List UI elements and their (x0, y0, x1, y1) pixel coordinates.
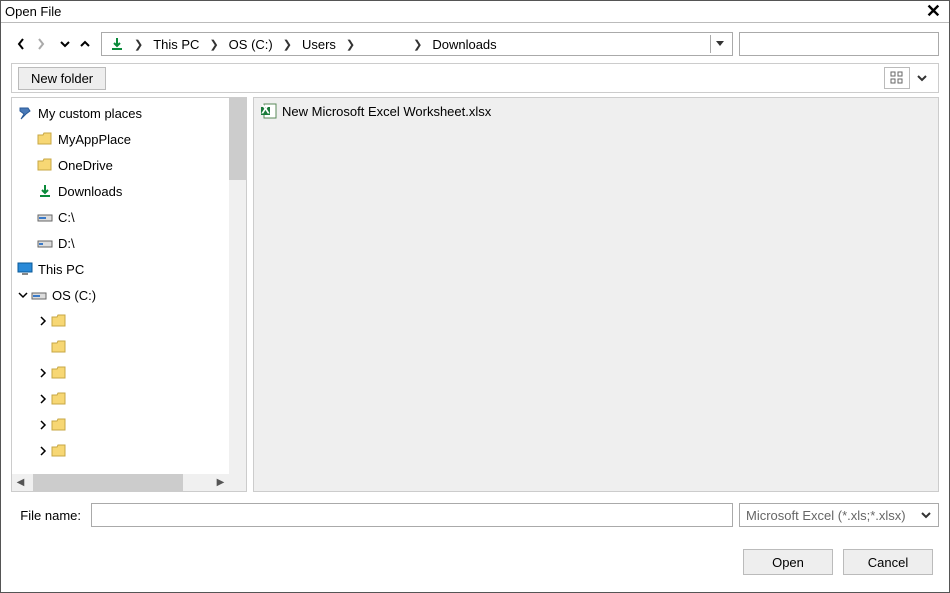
breadcrumb-seg[interactable]: This PC (149, 37, 203, 52)
download-icon (36, 184, 54, 198)
sidebar-subfolder[interactable] (12, 308, 246, 334)
sidebar-header-places[interactable]: My custom places (12, 100, 246, 126)
folder-icon (50, 392, 68, 406)
scroll-left-icon[interactable]: ◀ (12, 474, 29, 491)
chevron-left-icon (16, 37, 26, 51)
folder-icon (50, 340, 68, 354)
chevron-down-icon (59, 40, 71, 48)
sidebar-item-myappplace[interactable]: MyAppPlace (12, 126, 246, 152)
filename-input[interactable] (91, 503, 733, 527)
sidebar-item-os-c[interactable]: OS (C:) (12, 282, 246, 308)
sidebar-header-label: My custom places (38, 106, 142, 121)
drive-icon (36, 211, 54, 223)
breadcrumb-seg[interactable]: Downloads (428, 37, 500, 52)
filename-label: File name: (11, 508, 91, 523)
open-button[interactable]: Open (743, 549, 833, 575)
breadcrumb-bar[interactable]: ❯ This PC ❯ OS (C:) ❯ Users ❯ ❯ Download… (101, 32, 733, 56)
filename-row: File name: Microsoft Excel (*.xls;*.xlsx… (11, 500, 939, 530)
breadcrumb-sep: ❯ (277, 38, 298, 51)
sidebar-item-this-pc[interactable]: This PC (12, 256, 246, 282)
file-type-filter[interactable]: Microsoft Excel (*.xls;*.xlsx) (739, 503, 939, 527)
sidebar-item-label: OneDrive (58, 158, 113, 173)
new-folder-button[interactable]: New folder (18, 67, 106, 90)
file-name: New Microsoft Excel Worksheet.xlsx (282, 104, 491, 119)
chevron-right-icon (36, 37, 46, 51)
sidebar-item-drive-d[interactable]: D:\ (12, 230, 246, 256)
breadcrumb-history-dropdown[interactable] (710, 35, 728, 53)
search-box[interactable] (739, 32, 939, 56)
chevron-down-icon[interactable] (16, 291, 30, 299)
cancel-button[interactable]: Cancel (843, 549, 933, 575)
titlebar: Open File ✕ (1, 1, 949, 23)
monitor-icon (16, 262, 34, 276)
sidebar-item-drive-c[interactable]: C:\ (12, 204, 246, 230)
drive-icon (30, 289, 48, 301)
sidebar-item-label: This PC (38, 262, 84, 277)
breadcrumb-seg[interactable]: Users (298, 37, 340, 52)
breadcrumb-sep: ❯ (340, 38, 361, 51)
sidebar: My custom places MyAppPlace OneDrive Dow (11, 97, 247, 492)
excel-file-icon: X (260, 103, 278, 119)
breadcrumb-seg[interactable]: OS (C:) (225, 37, 277, 52)
sidebar-subfolder[interactable] (12, 360, 246, 386)
view-mode-button[interactable] (884, 67, 910, 89)
view-mode-dropdown[interactable] (912, 67, 932, 89)
breadcrumb-root-icon[interactable] (106, 37, 128, 51)
sidebar-subfolder[interactable] (12, 386, 246, 412)
sidebar-horizontal-scrollbar[interactable]: ◀ ▶ (12, 474, 229, 491)
chevron-up-icon (79, 39, 91, 49)
chevron-right-icon[interactable] (36, 394, 50, 404)
breadcrumb-sep: ❯ (128, 38, 149, 51)
breadcrumb-sep: ❯ (407, 38, 428, 51)
search-input[interactable] (740, 33, 938, 55)
back-button[interactable] (13, 34, 29, 54)
folder-icon (50, 366, 68, 380)
sidebar-item-onedrive[interactable]: OneDrive (12, 152, 246, 178)
sidebar-vertical-scrollbar[interactable] (229, 98, 246, 474)
drive-icon (36, 237, 54, 249)
toolbar: New folder (11, 63, 939, 93)
nav-row: ❯ This PC ❯ OS (C:) ❯ Users ❯ ❯ Download… (1, 29, 949, 59)
window-title: Open File (5, 4, 61, 19)
folder-icon (36, 158, 54, 172)
scroll-right-icon[interactable]: ▶ (212, 474, 229, 491)
folder-icon (50, 314, 68, 328)
sidebar-subfolder[interactable] (12, 438, 246, 464)
chevron-right-icon[interactable] (36, 316, 50, 326)
scrollbar-thumb[interactable] (229, 98, 246, 180)
up-button[interactable] (77, 34, 93, 54)
folder-icon (36, 132, 54, 146)
sidebar-item-label: MyAppPlace (58, 132, 131, 147)
triangle-down-icon (715, 40, 725, 48)
sidebar-item-label: Downloads (58, 184, 122, 199)
folder-icon (50, 444, 68, 458)
download-icon (110, 37, 124, 51)
sidebar-item-label: C:\ (58, 210, 75, 225)
action-row: Open Cancel (1, 542, 949, 582)
chevron-down-icon (920, 511, 932, 519)
recent-dropdown[interactable] (57, 34, 73, 54)
chevron-down-icon (916, 74, 928, 82)
breadcrumb-sep: ❯ (203, 38, 224, 51)
sidebar-item-label: D:\ (58, 236, 75, 251)
close-icon[interactable]: ✕ (922, 1, 945, 22)
grid-icon (890, 71, 904, 85)
scrollbar-thumb[interactable] (33, 474, 183, 491)
file-list[interactable]: X New Microsoft Excel Worksheet.xlsx (253, 97, 939, 492)
body: My custom places MyAppPlace OneDrive Dow (11, 97, 939, 492)
sidebar-subfolder[interactable] (12, 412, 246, 438)
forward-button[interactable] (33, 34, 49, 54)
sidebar-item-downloads[interactable]: Downloads (12, 178, 246, 204)
chevron-right-icon[interactable] (36, 420, 50, 430)
sidebar-item-label: OS (C:) (52, 288, 96, 303)
file-item[interactable]: X New Microsoft Excel Worksheet.xlsx (260, 100, 932, 122)
chevron-right-icon[interactable] (36, 368, 50, 378)
pin-icon (16, 105, 34, 121)
folder-icon (50, 418, 68, 432)
sidebar-subfolder[interactable] (12, 334, 246, 360)
svg-text:X: X (261, 103, 270, 117)
filter-label: Microsoft Excel (*.xls;*.xlsx) (746, 508, 906, 523)
chevron-right-icon[interactable] (36, 446, 50, 456)
